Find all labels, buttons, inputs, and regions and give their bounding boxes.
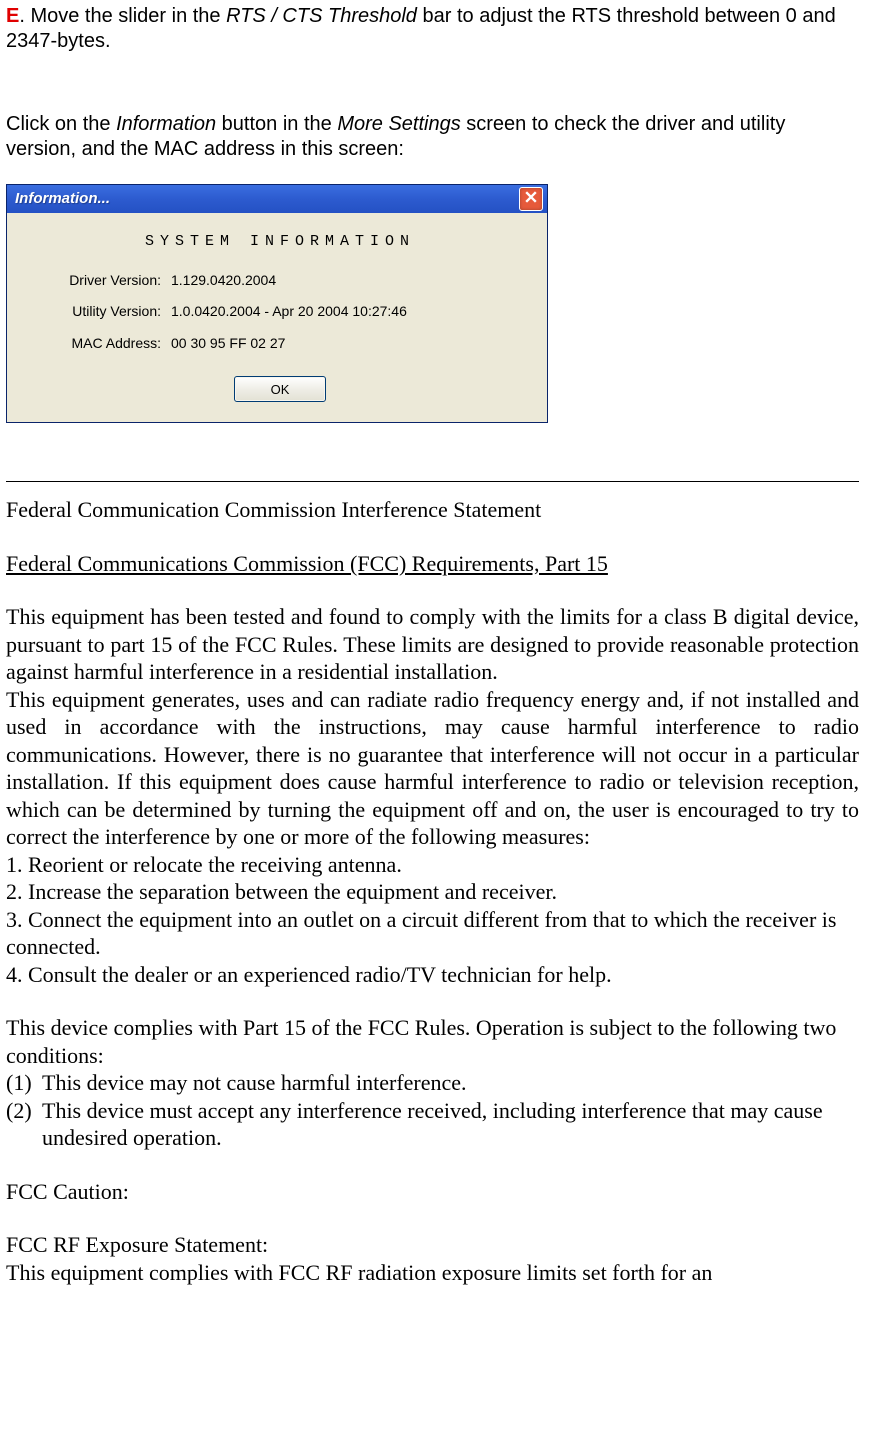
dialog-titlebar[interactable]: Information...: [7, 185, 547, 213]
fcc-rf-body: This equipment complies with FCC RF radi…: [6, 1259, 859, 1287]
utility-version-value: 1.0.0420.2004 - Apr 20 2004 10:27:46: [171, 303, 529, 321]
fcc-part15: This device complies with Part 15 of the…: [6, 1014, 859, 1069]
close-button[interactable]: [519, 187, 543, 211]
text-italic: Information: [116, 113, 216, 135]
mac-address-row: MAC Address: 00 30 95 FF 02 27: [31, 335, 529, 353]
condition-number: (1): [6, 1069, 42, 1097]
text-italic: RTS / CTS Threshold: [226, 5, 417, 27]
fcc-body-2: This equipment generates, uses and can r…: [6, 686, 859, 851]
ok-button[interactable]: OK: [234, 376, 326, 402]
dialog-button-row: OK: [31, 376, 529, 402]
mac-address-value: 00 30 95 FF 02 27: [171, 335, 529, 353]
text: Click on the: [6, 113, 116, 135]
paragraph-rts-threshold: E. Move the slider in the RTS / CTS Thre…: [6, 4, 859, 54]
condition-text: This device may not cause harmful interf…: [42, 1069, 859, 1097]
mac-address-label: MAC Address:: [31, 335, 171, 353]
fcc-subheading: Federal Communications Commission (FCC) …: [6, 550, 859, 578]
text-italic: More Settings: [337, 113, 460, 135]
close-icon: [525, 190, 537, 209]
text: . Move the slider in the: [19, 5, 226, 27]
utility-version-row: Utility Version: 1.0.0420.2004 - Apr 20 …: [31, 303, 529, 321]
dialog-title: Information...: [15, 190, 519, 209]
utility-version-label: Utility Version:: [31, 303, 171, 321]
fcc-condition-2: (2) This device must accept any interfer…: [6, 1097, 859, 1152]
fcc-measure-4: 4. Consult the dealer or an experienced …: [6, 961, 859, 989]
driver-version-value: 1.129.0420.2004: [171, 272, 529, 290]
driver-version-row: Driver Version: 1.129.0420.2004: [31, 272, 529, 290]
fcc-measure-3: 3. Connect the equipment into an outlet …: [6, 906, 859, 961]
fcc-caution: FCC Caution:: [6, 1178, 859, 1206]
system-information-heading: SYSTEM INFORMATION: [31, 233, 529, 252]
fcc-measure-1: 1. Reorient or relocate the receiving an…: [6, 851, 859, 879]
condition-text: This device must accept any interference…: [42, 1097, 859, 1152]
fcc-section: Federal Communication Commission Interfe…: [6, 496, 859, 1286]
information-dialog: Information... SYSTEM INFORMATION Driver…: [6, 184, 548, 423]
fcc-body-1: This equipment has been tested and found…: [6, 603, 859, 686]
fcc-rf-title: FCC RF Exposure Statement:: [6, 1231, 859, 1259]
condition-number: (2): [6, 1097, 42, 1152]
text: button in the: [216, 113, 337, 135]
dialog-body: SYSTEM INFORMATION Driver Version: 1.129…: [7, 213, 547, 422]
fcc-measure-2: 2. Increase the separation between the e…: [6, 878, 859, 906]
driver-version-label: Driver Version:: [31, 272, 171, 290]
paragraph-information-button: Click on the Information button in the M…: [6, 112, 859, 162]
fcc-heading: Federal Communication Commission Interfe…: [6, 496, 859, 524]
fcc-condition-1: (1) This device may not cause harmful in…: [6, 1069, 859, 1097]
section-divider: [6, 481, 859, 482]
step-marker-e: E: [6, 5, 19, 27]
